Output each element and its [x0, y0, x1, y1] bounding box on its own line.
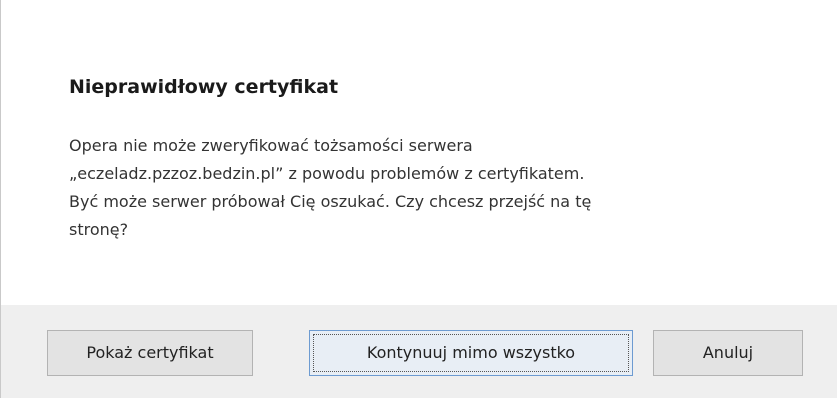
dialog-title: Nieprawidłowy certyfikat	[69, 76, 339, 98]
message-line: Być może serwer próbował Cię oszukać. Cz…	[69, 192, 592, 211]
message-line: stronę?	[69, 220, 129, 239]
message-line: Opera nie może zweryfikować tożsamości s…	[69, 136, 473, 155]
continue-anyway-button[interactable]: Kontynuuj mimo wszystko	[309, 330, 633, 376]
certificate-warning-dialog: Nieprawidłowy certyfikat Opera nie może …	[0, 0, 837, 398]
dialog-message: Opera nie może zweryfikować tożsamości s…	[69, 132, 809, 244]
cancel-button[interactable]: Anuluj	[653, 330, 803, 376]
show-certificate-button[interactable]: Pokaż certyfikat	[47, 330, 253, 376]
message-line: „eczeladz.pzzoz.bedzin.pl” z powodu prob…	[69, 164, 585, 183]
dialog-content: Nieprawidłowy certyfikat Opera nie może …	[1, 0, 837, 305]
